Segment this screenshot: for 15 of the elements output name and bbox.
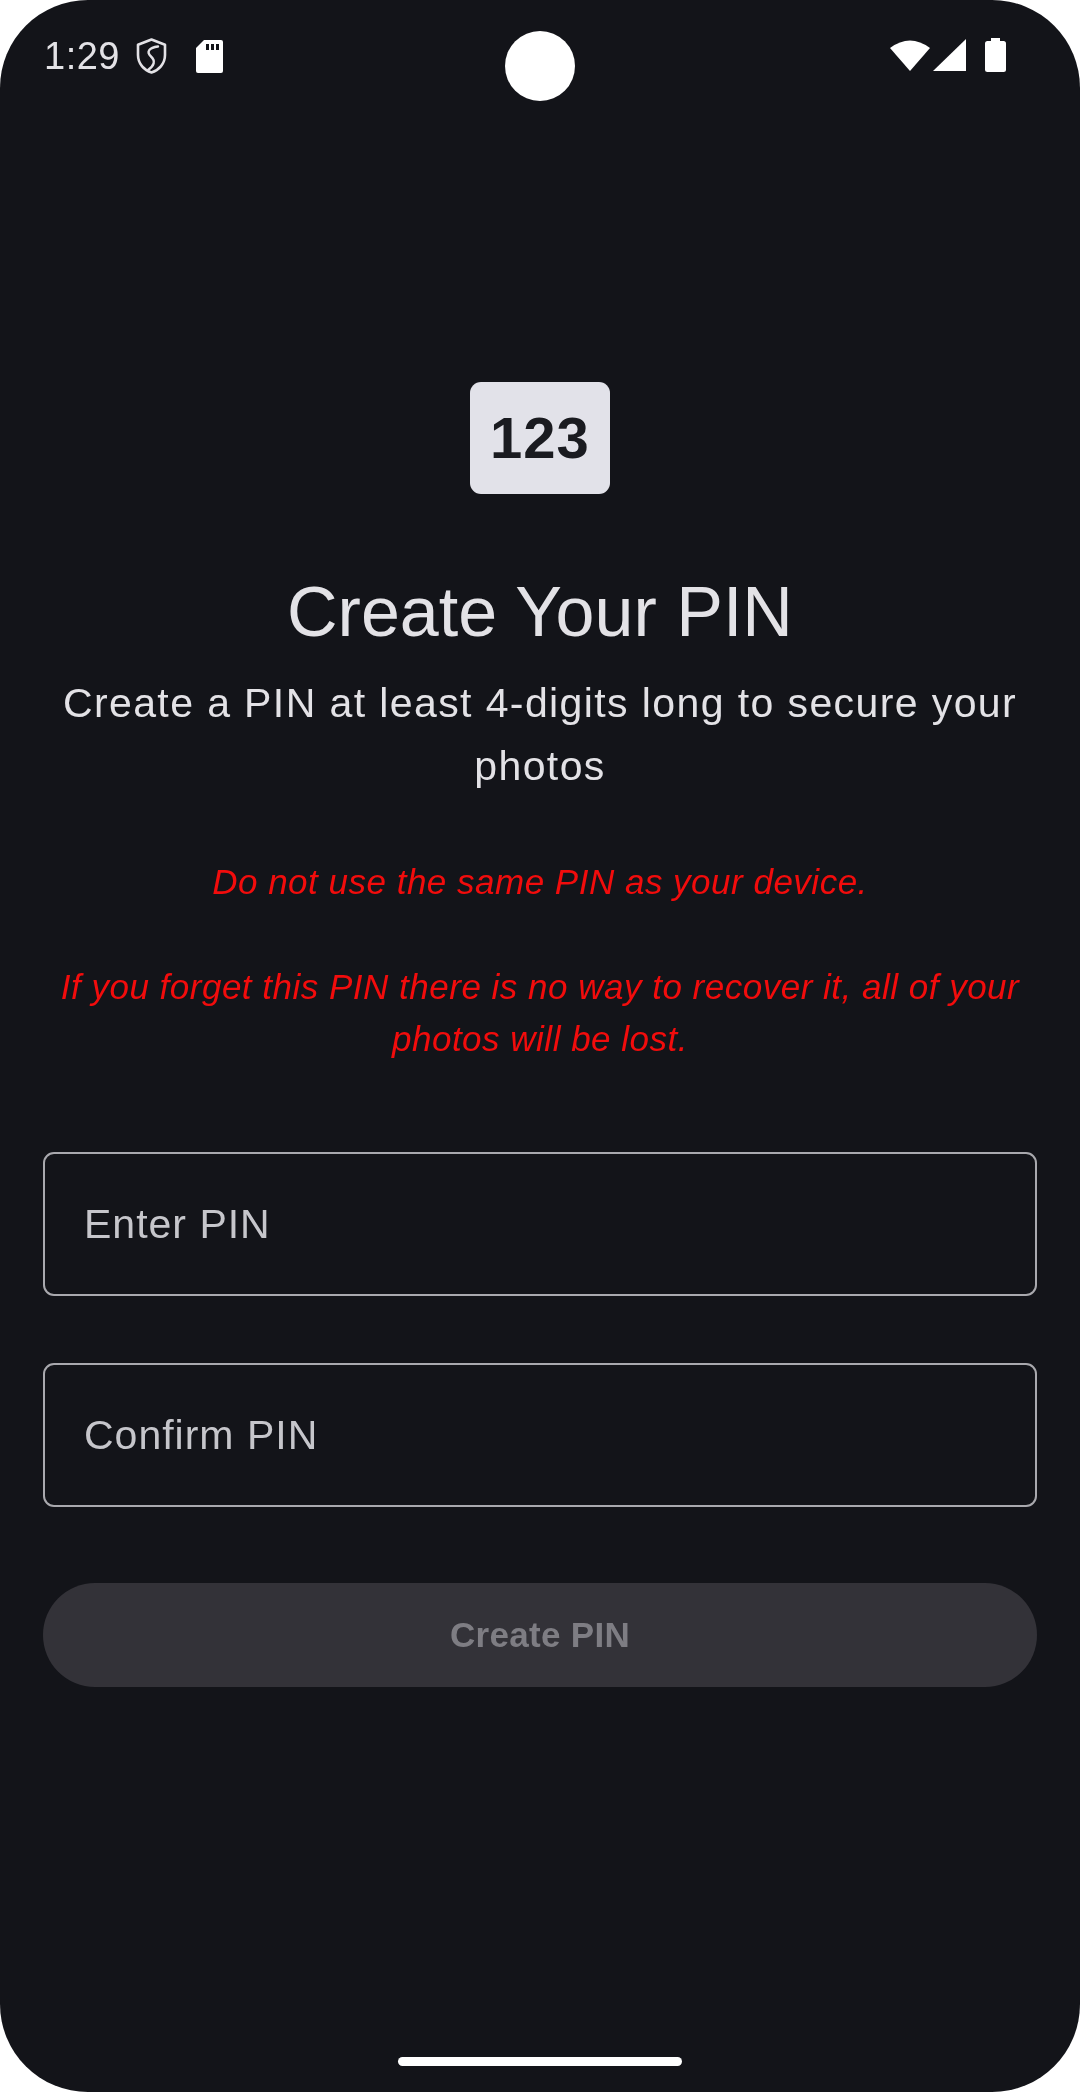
warning-text: If you forget this PIN there is no way to recover it, all of your photos will be lost. [59,966,1021,1060]
sd-card-icon [195,39,223,73]
status-time: 1:29 [44,38,120,74]
signal-icon [933,39,966,71]
pin-logo: 123 [470,382,610,494]
pin-input-field[interactable]: Enter PIN [43,1152,1037,1296]
shield-icon [135,38,167,74]
wifi-icon [890,39,930,71]
camera-hole-icon [505,31,575,101]
warning-text: Do not use the same PIN as your device. [212,861,868,903]
subtitle-text: Create a PIN at least 4-digits long to secure your photos [61,679,1019,791]
pin-input-field[interactable]: Confirm PIN [43,1363,1037,1507]
home-indicator[interactable] [398,2057,682,2066]
page-title: Create Your PIN [287,572,793,653]
battery-icon [985,38,1006,72]
